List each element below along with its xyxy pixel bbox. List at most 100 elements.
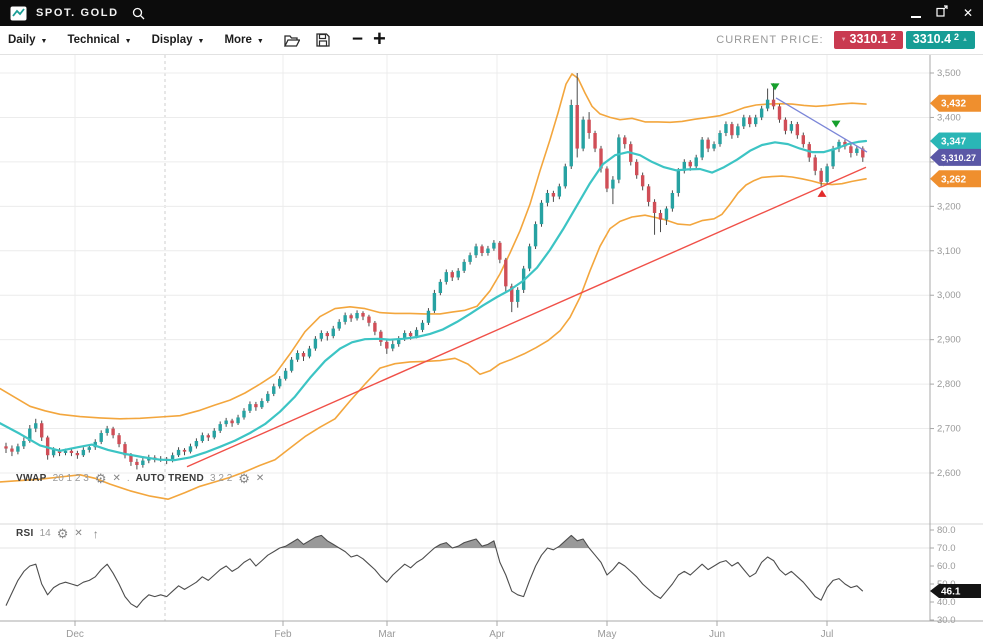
candle-body: [617, 137, 620, 179]
candle-body: [564, 166, 567, 186]
candle-body: [718, 133, 721, 144]
current-price-label: CURRENT PRICE:: [716, 34, 823, 46]
price-tick-label: 3,400: [937, 112, 961, 123]
candle-body: [213, 431, 216, 438]
candle-body: [760, 109, 763, 118]
buy-signal-icon: [818, 190, 827, 197]
rsi-tick-label: 40.0: [937, 597, 956, 608]
candle-body: [248, 404, 251, 411]
price-tag: 3,262: [930, 170, 981, 187]
candle-body: [754, 117, 757, 124]
candle-body: [117, 435, 120, 444]
candle-body: [742, 117, 745, 126]
chevron-down-icon: ▼: [257, 38, 264, 45]
candle-body: [391, 344, 394, 348]
candle-body: [141, 461, 144, 465]
close-icon[interactable]: ✕: [74, 529, 82, 539]
chevron-down-icon: ▼: [198, 38, 205, 45]
candle-body: [379, 332, 382, 342]
ask-price-badge[interactable]: 3310.4 2 ▲: [906, 31, 975, 49]
candle-body: [284, 371, 287, 379]
price-chart-svg[interactable]: 3,5003,4003,3003,2003,1003,0002,9002,800…: [0, 55, 983, 641]
price-tick-label: 2,900: [937, 335, 961, 346]
candle-body: [635, 162, 638, 175]
save-icon[interactable]: [316, 33, 330, 47]
candle-body: [784, 120, 787, 131]
candle-body: [540, 203, 543, 224]
candle-body: [88, 447, 91, 450]
menu-technical[interactable]: Technical ▼: [67, 34, 131, 46]
arrow-up-icon[interactable]: ↑: [93, 528, 99, 540]
price-tick-label: 3,500: [937, 68, 961, 79]
candle-body: [343, 315, 346, 322]
chevron-down-icon: ▼: [125, 38, 132, 45]
price-tag-label: 3,347: [941, 137, 966, 148]
candle-body: [326, 333, 329, 336]
vwap-indicator-name: VWAP: [16, 473, 47, 484]
candle-body: [64, 451, 67, 453]
price-tick-label: 3,100: [937, 246, 961, 257]
candle-body: [462, 262, 465, 271]
menu-daily[interactable]: Daily ▼: [8, 34, 47, 46]
candle-body: [183, 450, 186, 452]
candle-body: [689, 162, 692, 166]
candle-body: [415, 330, 418, 336]
candle-body: [254, 404, 257, 407]
candle-body: [40, 423, 43, 437]
menu-more[interactable]: More ▼: [224, 34, 263, 46]
candle-body: [849, 146, 852, 153]
arrow-up-icon: ▲: [962, 37, 968, 43]
bid-price-badge[interactable]: ▼ 3310.1 2: [834, 31, 903, 49]
candle-body: [546, 193, 549, 203]
menu-display[interactable]: Display ▼: [152, 34, 205, 46]
indicator-legend-main: VWAP 20 1 2 3 ⚙ ✕ . AUTO TREND 3 2 2 ⚙ ✕: [16, 472, 264, 485]
rsi-indicator-name: RSI: [16, 528, 34, 539]
candle-body: [534, 224, 537, 246]
open-folder-icon[interactable]: [284, 34, 300, 47]
gear-icon[interactable]: ⚙: [57, 527, 69, 540]
candle-body: [677, 171, 680, 193]
popout-icon[interactable]: [936, 4, 948, 22]
candle-body: [177, 450, 180, 455]
month-label: Dec: [66, 629, 84, 640]
candle-body: [736, 126, 739, 135]
zoom-out-button[interactable]: −: [352, 30, 363, 49]
close-icon[interactable]: ✕: [963, 7, 973, 19]
rsi-overbought-fill: [280, 535, 340, 548]
candle-body: [10, 449, 13, 452]
rsi-indicator-params: 14: [40, 528, 51, 539]
price-tag-label: 3,432: [941, 99, 966, 110]
gear-icon[interactable]: ⚙: [238, 472, 250, 485]
candle-body: [22, 441, 25, 446]
candle-body: [700, 140, 703, 158]
search-icon[interactable]: [132, 7, 145, 20]
price-tag-label: 3,262: [941, 174, 966, 185]
gear-icon[interactable]: ⚙: [95, 472, 107, 485]
price-tag: 3,310.27: [930, 149, 981, 166]
candle-body: [623, 137, 626, 144]
candle-body: [457, 271, 460, 278]
minimize-icon[interactable]: [911, 16, 921, 18]
candle-body: [528, 246, 531, 268]
month-label: Apr: [489, 629, 505, 640]
candle-body: [278, 379, 281, 387]
candle-body: [219, 424, 222, 431]
chart-area[interactable]: 3,5003,4003,3003,2003,1003,0002,9002,800…: [0, 55, 983, 641]
close-icon[interactable]: ✕: [256, 474, 264, 484]
chart-app-icon: [10, 6, 27, 21]
candle-body: [748, 117, 751, 124]
price-tick-label: 2,600: [937, 468, 961, 479]
candle-body: [111, 429, 114, 436]
candle-body: [772, 100, 775, 107]
candles: [4, 73, 864, 469]
candle-body: [653, 202, 656, 213]
zoom-in-button[interactable]: +: [373, 28, 386, 50]
window-controls: ✕: [911, 4, 973, 22]
month-label: Jul: [821, 629, 834, 640]
candle-body: [706, 140, 709, 149]
candle-body: [332, 329, 335, 337]
candle-body: [76, 453, 79, 455]
candle-body: [665, 209, 668, 220]
close-icon[interactable]: ✕: [112, 474, 120, 484]
candle-body: [587, 120, 590, 133]
